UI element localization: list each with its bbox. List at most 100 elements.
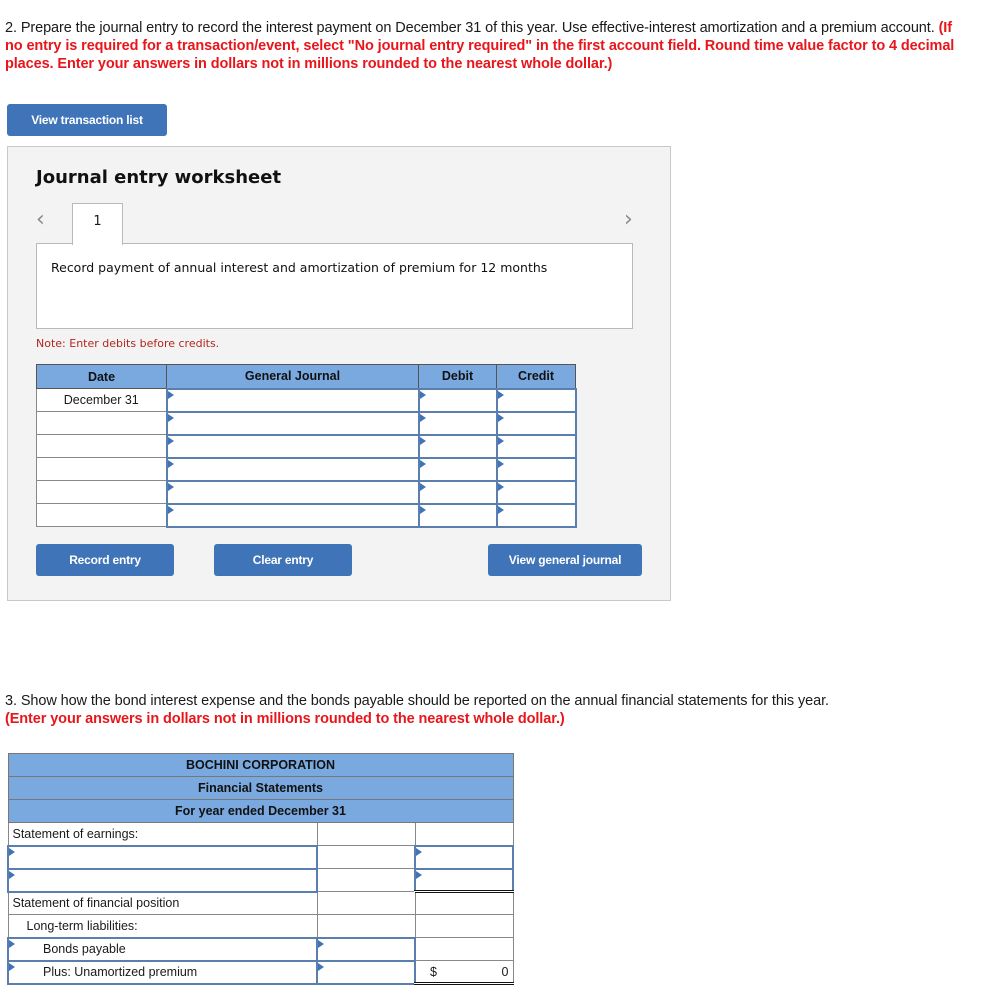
- worksheet-title: Journal entry worksheet: [36, 167, 282, 188]
- dropdown-indicator-icon: [497, 413, 504, 422]
- liabilities-label: Long-term liabilities:: [7, 914, 318, 938]
- account-select[interactable]: [165, 387, 420, 413]
- currency-symbol: $: [430, 965, 437, 979]
- position-label: Statement of financial position: [7, 891, 318, 915]
- question-3-instruction: (Enter your answers in dollars not in mi…: [5, 711, 565, 727]
- account-select[interactable]: [165, 456, 420, 482]
- account-select[interactable]: [165, 433, 420, 459]
- transaction-description: Record payment of annual interest and am…: [36, 243, 633, 329]
- dropdown-indicator-icon: [419, 505, 426, 514]
- clear-entry-button[interactable]: Clear entry: [214, 544, 352, 576]
- dropdown-indicator-icon: [318, 962, 324, 971]
- record-entry-button[interactable]: Record entry: [36, 544, 174, 576]
- statement-title: Financial Statements: [7, 776, 514, 800]
- date-cell: [36, 457, 167, 481]
- journal-row: [36, 456, 577, 482]
- date-cell: [36, 434, 167, 458]
- dropdown-indicator-icon: [167, 459, 174, 468]
- dropdown-indicator-icon: [419, 459, 426, 468]
- debit-input[interactable]: [417, 502, 498, 528]
- dropdown-indicator-icon: [419, 390, 426, 399]
- empty-cell: [414, 822, 514, 846]
- credit-input[interactable]: [495, 479, 577, 505]
- dropdown-indicator-icon: [167, 390, 174, 399]
- note-text: Note: Enter debits before credits.: [36, 337, 220, 350]
- dropdown-indicator-icon: [167, 436, 174, 445]
- column-header-debit: Debit: [418, 364, 497, 389]
- earnings-amount-input-2[interactable]: [414, 867, 514, 893]
- journal-row: [36, 502, 577, 528]
- credit-input[interactable]: [495, 456, 577, 482]
- dropdown-indicator-icon: [497, 459, 504, 468]
- date-cell: [36, 480, 167, 504]
- bonds-payable-label: Bonds payable: [43, 942, 126, 956]
- debit-input[interactable]: [417, 387, 498, 413]
- journal-row: [36, 479, 577, 505]
- dropdown-indicator-icon: [497, 505, 504, 514]
- account-select[interactable]: [165, 479, 420, 505]
- empty-cell: [316, 845, 416, 869]
- journal-row: [36, 410, 577, 436]
- total-carrying-value: $0: [414, 960, 514, 985]
- debit-input[interactable]: [417, 479, 498, 505]
- empty-cell: [316, 868, 416, 892]
- account-select[interactable]: [165, 502, 420, 528]
- journal-entry-worksheet: Journal entry worksheet ‹ 1 › Record pay…: [7, 146, 671, 601]
- earnings-account-select-1[interactable]: [7, 844, 318, 870]
- total-value: 0: [501, 965, 509, 979]
- credit-input[interactable]: [495, 387, 577, 413]
- dropdown-indicator-icon: [9, 962, 15, 971]
- dropdown-indicator-icon: [416, 847, 422, 856]
- debit-input[interactable]: [417, 410, 498, 436]
- empty-cell: [414, 891, 514, 915]
- dropdown-indicator-icon: [9, 939, 15, 948]
- earnings-amount-input-1[interactable]: [414, 844, 514, 870]
- question-2-prompt: 2. Prepare the journal entry to record t…: [5, 20, 939, 36]
- dropdown-indicator-icon: [9, 847, 15, 856]
- description-text: Record payment of annual interest and am…: [51, 260, 548, 275]
- question-3-text: 3. Show how the bond interest expense an…: [5, 692, 980, 728]
- dropdown-indicator-icon: [497, 482, 504, 491]
- date-cell: [36, 503, 167, 527]
- empty-cell: [316, 891, 416, 915]
- dropdown-indicator-icon: [167, 505, 174, 514]
- view-transaction-list-button[interactable]: View transaction list: [7, 104, 167, 136]
- statement-period: For year ended December 31: [7, 799, 514, 823]
- dropdown-indicator-icon: [167, 413, 174, 422]
- tab-label: 1: [93, 214, 102, 229]
- empty-cell: [316, 822, 416, 846]
- debit-input[interactable]: [417, 433, 498, 459]
- journal-table: Date General Journal Debit Credit Decemb…: [36, 364, 577, 528]
- chevron-right-icon[interactable]: ›: [624, 207, 633, 232]
- tab-1[interactable]: 1: [72, 203, 123, 245]
- premium-amount-input[interactable]: [316, 959, 416, 985]
- dropdown-indicator-icon: [9, 870, 15, 879]
- empty-cell: [316, 914, 416, 938]
- column-header-general-journal: General Journal: [166, 364, 419, 389]
- premium-label: Plus: Unamortized premium: [43, 965, 198, 979]
- debit-input[interactable]: [417, 456, 498, 482]
- dropdown-indicator-icon: [497, 436, 504, 445]
- view-general-journal-button[interactable]: View general journal: [488, 544, 642, 576]
- dropdown-indicator-icon: [167, 482, 174, 491]
- bonds-payable-select[interactable]: Bonds payable: [7, 936, 318, 962]
- credit-input[interactable]: [495, 433, 577, 459]
- journal-row: [36, 433, 577, 459]
- dropdown-indicator-icon: [318, 939, 324, 948]
- credit-input[interactable]: [495, 410, 577, 436]
- premium-select[interactable]: Plus: Unamortized premium: [7, 959, 318, 985]
- date-cell: [36, 411, 167, 435]
- dropdown-indicator-icon: [419, 436, 426, 445]
- credit-input[interactable]: [495, 502, 577, 528]
- dropdown-indicator-icon: [419, 482, 426, 491]
- account-select[interactable]: [165, 410, 420, 436]
- chevron-left-icon[interactable]: ‹: [36, 207, 45, 232]
- bonds-payable-amount-input[interactable]: [316, 936, 416, 962]
- dropdown-indicator-icon: [419, 413, 426, 422]
- company-name: BOCHINI CORPORATION: [7, 753, 514, 777]
- date-cell: December 31: [36, 388, 167, 412]
- journal-row: December 31: [36, 387, 577, 413]
- empty-cell: [414, 937, 514, 961]
- financial-statements-table: BOCHINI CORPORATION Financial Statements…: [7, 753, 514, 985]
- earnings-account-select-2[interactable]: [7, 867, 318, 893]
